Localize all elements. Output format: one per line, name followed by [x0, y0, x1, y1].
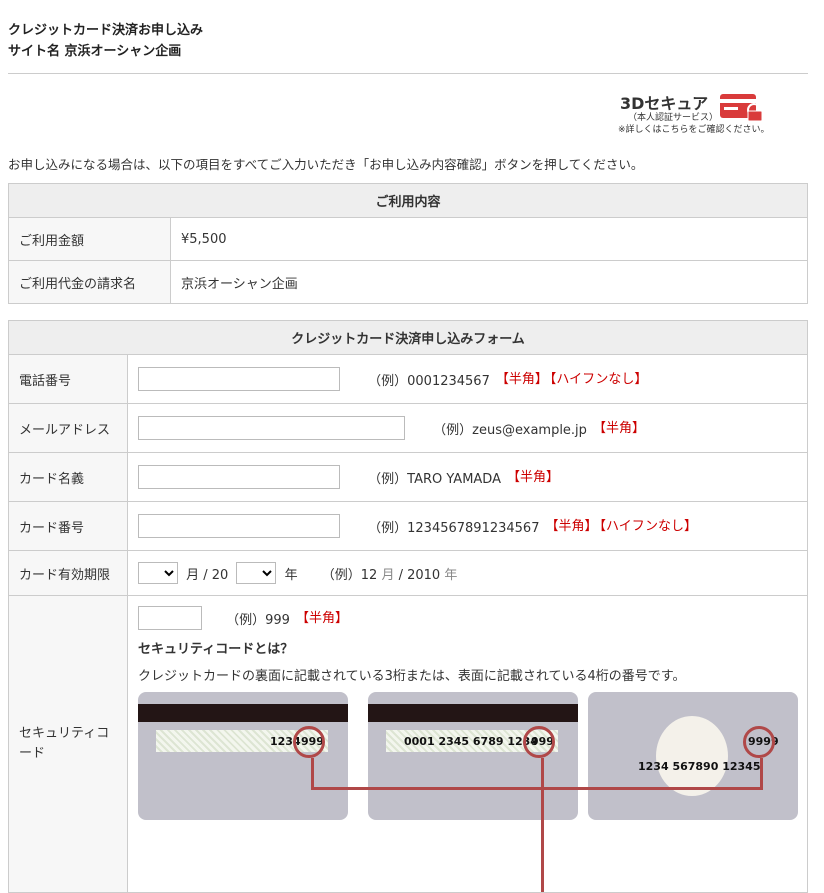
card-name-halfwidth-tag: 【半角】 — [506, 469, 559, 485]
table-row: 電話番号 （例）0001234567 【半角】 【ハイフンなし】 — [8, 354, 808, 404]
billing-name-value: 京浜オーシャン企画 — [170, 260, 808, 304]
security-code-halfwidth-tag: 【半角】 — [295, 610, 348, 626]
expiry-example: （例）12 月 / 2010 年 — [321, 567, 458, 583]
card-name-example: （例）TARO YAMADA — [368, 471, 501, 487]
card-back-image-1: 1234 999 — [138, 692, 348, 820]
security-code-cell: （例）999 【半角】 セキュリティコードとは？ クレジットカードの裏面に記載され… — [127, 595, 808, 893]
phone-halfwidth-tag: 【半角】 — [495, 371, 548, 387]
expiry-year-select[interactable] — [236, 562, 277, 584]
highlight-circle — [743, 726, 775, 758]
table-row: カード名義 （例）TARO YAMADA 【半角】 — [8, 452, 808, 502]
highlight-circle — [523, 726, 555, 758]
table-row: セキュリティコード （例）999 【半角】 セキュリティコードとは？ クレジットカ… — [8, 595, 808, 893]
expiry-year-unit: 年 — [284, 567, 298, 583]
page-header: クレジットカード決済お申し込み サイト名 京浜オーシャン企画 — [8, 0, 808, 62]
card-number-nohyphen-tag: 【ハイフンなし】 — [599, 518, 698, 534]
security-code-title: セキュリティコードとは？ — [138, 642, 294, 657]
card-number-label: カード番号 — [8, 501, 128, 551]
card-number-example: （例）1234567891234567 — [368, 520, 540, 536]
card2-digits: 0001 2345 6789 1234 — [404, 735, 538, 748]
phone-input[interactable] — [138, 367, 340, 391]
connector-line — [760, 758, 763, 790]
card-name-input[interactable] — [138, 465, 340, 489]
usage-caption: ご利用内容 — [8, 183, 808, 218]
expiry-label: カード有効期限 — [8, 550, 128, 596]
connector-line — [541, 758, 544, 892]
email-label: メールアドレス — [8, 403, 128, 453]
email-example: （例）zeus@example.jp — [433, 422, 587, 438]
phone-nohyphen-tag: 【ハイフンなし】 — [549, 371, 648, 387]
header-divider — [8, 73, 808, 74]
card3-number: 1234 567890 12345 — [638, 760, 761, 773]
card-name-label: カード名義 — [8, 452, 128, 502]
table-row: ご利用代金の請求名 京浜オーシャン企画 — [8, 260, 808, 304]
table-row: カード番号 （例）1234567891234567 【半角】 【ハイフンなし】 — [8, 501, 808, 551]
security-code-example: （例）999 — [226, 612, 290, 628]
phone-example: （例）0001234567 — [368, 373, 490, 389]
security-code-label: セキュリティコード — [8, 595, 128, 893]
card-back-image-2: 0001 2345 6789 1234 999 — [368, 692, 578, 820]
3d-secure-note[interactable]: ※詳しくはこちらをご確認ください。 — [618, 122, 770, 135]
intro-text: お申し込みになる場合は、以下の項目をすべてご入力いただき「お申し込み内容確認」ボ… — [8, 157, 644, 172]
email-input[interactable] — [138, 416, 405, 440]
connector-line — [311, 787, 763, 790]
amount-value: ¥5,500 — [170, 217, 808, 261]
page-title: クレジットカード決済お申し込み — [8, 23, 204, 38]
card-number-halfwidth-tag: 【半角】 — [545, 518, 598, 534]
card-form-table: クレジットカード決済申し込みフォーム 電話番号 （例）0001234567 【半角… — [8, 320, 808, 893]
highlight-circle — [293, 726, 325, 758]
amount-label: ご利用金額 — [8, 217, 171, 261]
table-row: ご利用金額 ¥5,500 — [8, 217, 808, 261]
site-name: サイト名 京浜オーシャン企画 — [8, 44, 182, 59]
form-caption: クレジットカード決済申し込みフォーム — [8, 320, 808, 355]
card-number-input[interactable] — [138, 514, 340, 538]
phone-label: 電話番号 — [8, 354, 128, 404]
table-row: メールアドレス （例）zeus@example.jp 【半角】 — [8, 403, 808, 453]
billing-name-label: ご利用代金の請求名 — [8, 260, 171, 304]
expiry-month-select[interactable] — [138, 562, 178, 584]
expiry-month-unit: 月 / 20 — [186, 567, 229, 583]
table-row: カード有効期限 月 / 20 年 （例）12 月 / 2010 年 — [8, 550, 808, 596]
email-halfwidth-tag: 【半角】 — [592, 420, 645, 436]
credit-card-lock-icon — [720, 94, 763, 122]
connector-line — [311, 758, 314, 790]
security-code-input[interactable] — [138, 606, 202, 630]
usage-table: ご利用内容 ご利用金額 ¥5,500 ご利用代金の請求名 京浜オーシャン企画 — [8, 183, 808, 304]
security-code-illustration: 1234 999 0001 2345 6789 1234 999 9999 12… — [138, 692, 807, 892]
card-front-image: 9999 1234 567890 12345 — [588, 692, 798, 820]
security-code-description: クレジットカードの裏面に記載されている3桁または、表面に記載されている4桁の番号… — [138, 669, 686, 684]
3d-secure-badge[interactable]: 3Dセキュア （本人認証サービス） ※詳しくはこちらをご確認ください。 — [618, 90, 788, 136]
